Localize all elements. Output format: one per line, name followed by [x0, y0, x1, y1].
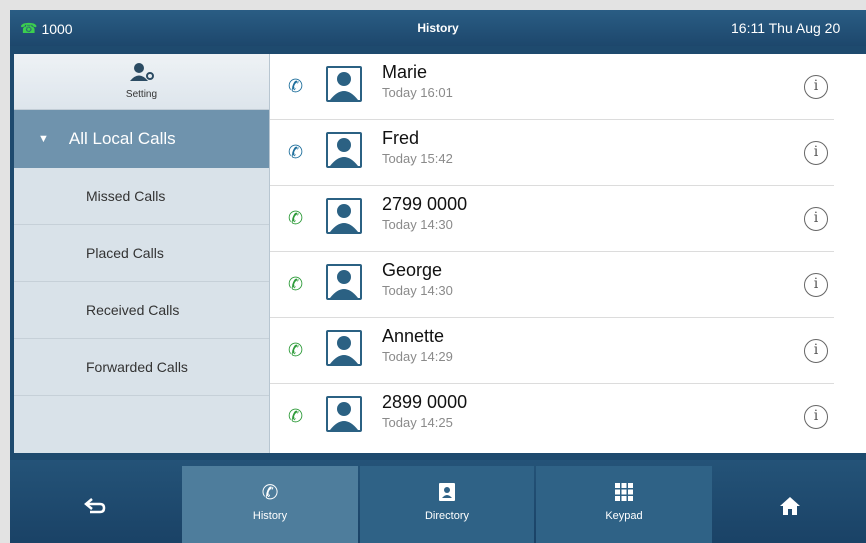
info-icon[interactable]: i — [804, 75, 828, 99]
contact-name: George — [382, 260, 443, 280]
bottom-navigation: ✆ History Directory Keypad — [10, 460, 866, 543]
sidebar-group-label: All Local Calls — [68, 129, 176, 148]
call-time: Today 15:42 — [382, 151, 453, 166]
history-icon: ✆ — [261, 481, 279, 504]
sidebar-item-label: Missed Calls — [86, 188, 166, 204]
call-time: Today 14:30 — [382, 283, 453, 298]
call-time: Today 16:01 — [382, 85, 453, 100]
contact-name: Fred — [382, 128, 420, 148]
call-direction-icon: ✆ — [288, 340, 304, 360]
setting-label: Setting — [125, 89, 158, 100]
info-icon[interactable]: i — [804, 141, 828, 165]
avatar — [326, 264, 362, 300]
sidebar-item-label: Received Calls — [86, 302, 180, 318]
status-bar: ☎ 1000 History 16:11 Thu Aug 20 — [10, 10, 866, 46]
contact-name: Annette — [382, 326, 445, 346]
sidebar-item-received-calls[interactable]: Received Calls — [14, 282, 269, 339]
chevron-down-icon: ▼ — [38, 133, 49, 145]
list-item[interactable]: ✆ Marie Today 16:01 i — [270, 54, 834, 120]
info-icon[interactable]: i — [804, 405, 828, 429]
phone-screen: ☎ 1000 History 16:11 Thu Aug 20 Setting … — [10, 10, 866, 543]
call-time: Today 14:25 — [382, 415, 453, 430]
datetime: 16:11 Thu Aug 20 — [731, 20, 841, 36]
back-arrow-icon — [84, 498, 106, 514]
sidebar: Setting ▼ All Local Calls Missed Calls P… — [14, 54, 270, 453]
call-history-list: ✆ Marie Today 16:01 i ✆ Fred Today 15:42… — [270, 54, 866, 453]
call-time: Today 14:30 — [382, 217, 453, 232]
avatar — [326, 198, 362, 234]
call-time: Today 14:29 — [382, 349, 453, 364]
home-button[interactable] — [714, 466, 866, 543]
contact-name: Marie — [382, 62, 428, 82]
list-item[interactable]: ✆ George Today 14:30 i — [270, 252, 834, 318]
info-icon[interactable]: i — [804, 207, 828, 231]
call-direction-icon: ✆ — [288, 208, 304, 228]
avatar — [326, 396, 362, 432]
home-icon — [780, 497, 800, 515]
call-direction-icon: ✆ — [288, 76, 304, 96]
list-item[interactable]: ✆ 2799 0000 Today 14:30 i — [270, 186, 834, 252]
list-item[interactable]: ✆ 2899 0000 Today 14:25 i — [270, 384, 834, 450]
keypad-icon — [615, 483, 633, 501]
sidebar-item-label: Forwarded Calls — [86, 359, 188, 375]
tab-directory[interactable]: Directory — [360, 466, 534, 543]
setting-button[interactable]: Setting — [14, 54, 269, 110]
avatar — [326, 66, 362, 102]
user-settings-icon — [129, 63, 154, 81]
sidebar-item-all-local-calls[interactable]: ▼ All Local Calls — [14, 110, 269, 168]
sidebar-item-missed-calls[interactable]: Missed Calls — [14, 168, 269, 225]
directory-icon — [439, 483, 455, 501]
sidebar-item-placed-calls[interactable]: Placed Calls — [14, 225, 269, 282]
sidebar-item-label: Placed Calls — [86, 245, 164, 261]
sidebar-item-forwarded-calls[interactable]: Forwarded Calls — [14, 339, 269, 396]
call-direction-icon: ✆ — [288, 142, 304, 162]
tab-directory-label: Directory — [424, 510, 469, 522]
info-icon[interactable]: i — [804, 273, 828, 297]
tab-keypad-label: Keypad — [605, 510, 643, 522]
tab-history[interactable]: ✆ History — [182, 466, 358, 543]
info-icon[interactable]: i — [804, 339, 828, 363]
contact-name: 2899 0000 — [382, 392, 468, 412]
back-button[interactable] — [10, 466, 180, 543]
contact-name: 2799 0000 — [382, 194, 468, 214]
tab-history-label: History — [252, 510, 288, 522]
avatar — [326, 330, 362, 366]
avatar — [326, 132, 362, 168]
list-item[interactable]: ✆ Fred Today 15:42 i — [270, 120, 834, 186]
list-item[interactable]: ✆ Annette Today 14:29 i — [270, 318, 834, 384]
tab-keypad[interactable]: Keypad — [536, 466, 712, 543]
call-direction-icon: ✆ — [288, 406, 304, 426]
call-direction-icon: ✆ — [288, 274, 304, 294]
